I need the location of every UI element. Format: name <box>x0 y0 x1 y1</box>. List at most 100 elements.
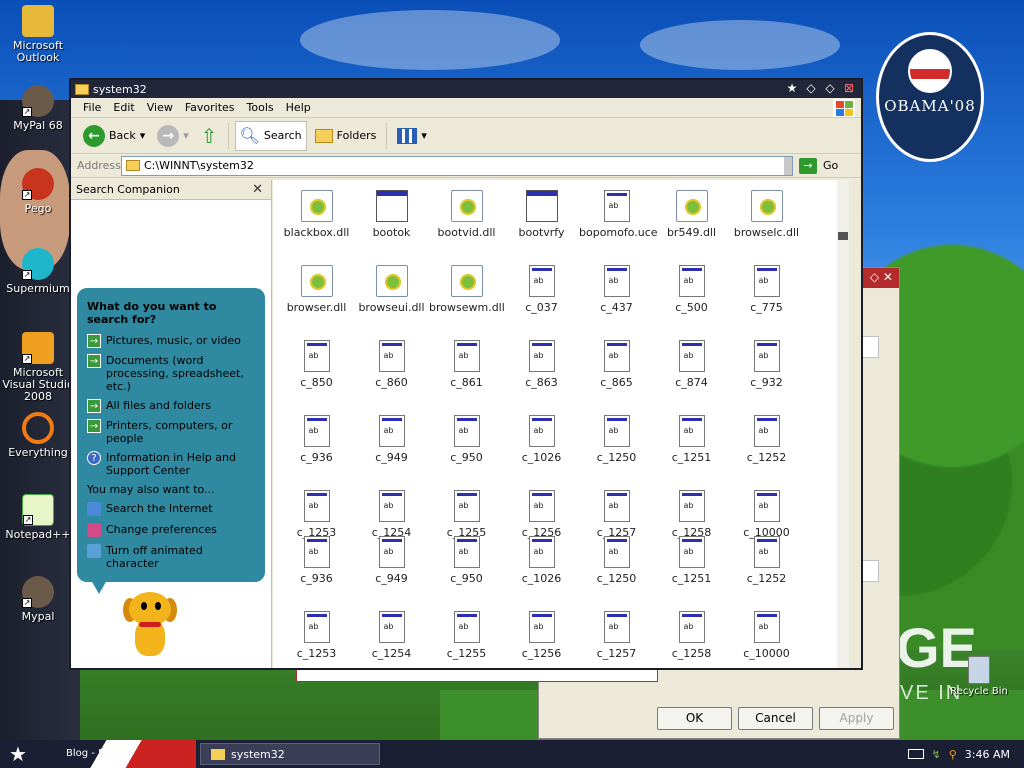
dialog-title-buttons-icon[interactable]: ◇ ✕ <box>870 270 893 284</box>
file-item[interactable]: blackbox.dll <box>279 190 354 249</box>
apply-button[interactable]: Apply <box>819 707 894 730</box>
menu-tools[interactable]: Tools <box>241 101 280 114</box>
file-item[interactable]: c_950 <box>429 536 504 595</box>
cancel-button[interactable]: Cancel <box>738 707 813 730</box>
window-titlebar[interactable]: system32 ★ ◇ ◇ ⊠ <box>71 80 861 98</box>
file-name: c_949 <box>375 451 408 464</box>
file-item[interactable]: c_1257 <box>579 611 654 668</box>
file-item[interactable]: br549.dll <box>654 190 729 249</box>
keyboard-icon[interactable] <box>907 749 924 759</box>
file-item[interactable]: c_865 <box>579 340 654 399</box>
file-item[interactable]: c_1253 <box>279 611 354 668</box>
file-item[interactable]: browselc.dll <box>729 190 804 249</box>
change-preferences-link[interactable]: Change preferences <box>87 523 255 537</box>
file-item[interactable]: c_950 <box>429 415 504 474</box>
file-item[interactable]: c_1250 <box>579 536 654 595</box>
turn-off-character-link[interactable]: Turn off animated character <box>87 544 255 570</box>
scroll-thumb[interactable] <box>838 232 848 240</box>
address-dropdown[interactable] <box>784 156 792 175</box>
search-button[interactable]: 🔍︎ Search <box>234 120 307 151</box>
file-item[interactable]: browser.dll <box>279 265 354 324</box>
file-item[interactable]: c_860 <box>354 340 429 399</box>
desktop-icon-mypal68[interactable]: ↗ MyPal 68 <box>0 85 76 132</box>
clock[interactable]: 3:46 AM <box>965 748 1010 761</box>
back-button[interactable]: ← Back ▾ <box>79 121 149 151</box>
file-item[interactable]: c_1256 <box>504 611 579 668</box>
file-item[interactable]: c_1251 <box>654 415 729 474</box>
file-item[interactable]: c_936 <box>279 415 354 474</box>
file-item[interactable]: browsewm.dll <box>429 265 505 324</box>
go-button[interactable]: → Go <box>799 157 838 174</box>
file-item[interactable]: bootok <box>354 190 429 249</box>
file-item[interactable]: c_1258 <box>654 611 729 668</box>
close-icon[interactable]: ✕ <box>252 182 263 197</box>
network-icon[interactable]: ↯ <box>932 748 941 761</box>
menu-help[interactable]: Help <box>280 101 317 114</box>
up-button[interactable]: ⇧ <box>197 121 222 151</box>
views-button[interactable]: ▾ <box>393 121 431 151</box>
file-item[interactable]: c_850 <box>279 340 354 399</box>
search-option-all-files[interactable]: → All files and folders <box>87 399 255 413</box>
file-item[interactable]: c_1251 <box>654 536 729 595</box>
file-name: bootok <box>372 226 411 239</box>
address-input[interactable]: C:\WINNT\system32 <box>121 155 793 176</box>
close-icon[interactable]: ⊠ <box>841 81 857 96</box>
file-item[interactable]: bopomofo.uce <box>579 190 658 249</box>
search-option-printers[interactable]: → Printers, computers, or people <box>87 419 255 445</box>
vertical-scrollbar[interactable] <box>837 180 849 668</box>
desktop-icon-pego[interactable]: ↗ Pego <box>0 168 76 215</box>
file-item[interactable]: c_1250 <box>579 415 654 474</box>
maximize-icon[interactable]: ◇ <box>822 81 838 96</box>
dll-file-icon <box>450 190 483 222</box>
file-item[interactable]: c_1026 <box>504 415 579 474</box>
file-item[interactable]: c_10000 <box>729 611 804 668</box>
star-icon[interactable]: ★ <box>784 81 800 96</box>
menu-view[interactable]: View <box>141 101 179 114</box>
desktop-icon-notepadpp[interactable]: ↗ Notepad++ <box>0 494 76 541</box>
search-option-documents[interactable]: → Documents (word processing, spreadsheet… <box>87 354 255 393</box>
file-item[interactable]: c_936 <box>279 536 354 595</box>
menu-file[interactable]: File <box>77 101 107 114</box>
taskbar-button-system32[interactable]: system32 <box>200 743 380 765</box>
file-item[interactable]: c_949 <box>354 536 429 595</box>
desktop-icon-recycle-bin[interactable]: Recycle Bin <box>944 656 1014 697</box>
folders-button[interactable]: Folders <box>311 121 381 151</box>
file-item[interactable]: c_437 <box>579 265 654 324</box>
file-item[interactable]: c_775 <box>729 265 804 324</box>
file-item[interactable]: c_1026 <box>504 536 579 595</box>
file-item[interactable]: c_500 <box>654 265 729 324</box>
search-option-pictures[interactable]: → Pictures, music, or video <box>87 334 255 348</box>
file-item[interactable]: bootvrfy <box>504 190 579 249</box>
search-option-help[interactable]: ? Information in Help and Support Center <box>87 451 255 477</box>
file-item[interactable]: c_932 <box>729 340 804 399</box>
file-item[interactable]: c_1252 <box>729 415 804 474</box>
menu-favorites[interactable]: Favorites <box>179 101 241 114</box>
ok-button[interactable]: OK <box>657 707 732 730</box>
file-item[interactable]: bootvid.dll <box>429 190 504 249</box>
desktop-icon-outlook[interactable]: Microsoft Outlook <box>0 5 76 64</box>
quick-launch[interactable]: Blog - Mus <box>36 740 196 768</box>
file-item[interactable]: c_861 <box>429 340 504 399</box>
file-item[interactable]: c_874 <box>654 340 729 399</box>
document-icon <box>528 536 555 568</box>
file-item[interactable]: c_949 <box>354 415 429 474</box>
start-button[interactable]: ★ <box>0 740 36 768</box>
desktop-icon-mypal[interactable]: ↗ Mypal <box>0 576 76 623</box>
document-icon <box>378 611 405 643</box>
file-item[interactable]: c_1252 <box>729 536 804 595</box>
chevron-down-icon: ▾ <box>139 129 146 142</box>
file-item[interactable]: c_1254 <box>354 611 429 668</box>
search-tray-icon[interactable]: ⚲ <box>949 748 957 761</box>
menu-edit[interactable]: Edit <box>107 101 140 114</box>
file-item[interactable]: c_037 <box>504 265 579 324</box>
file-item[interactable]: browseui.dll <box>354 265 429 324</box>
search-internet-link[interactable]: Search the Internet <box>87 502 255 516</box>
file-item[interactable]: c_1255 <box>429 611 504 668</box>
search-dog-icon[interactable] <box>119 592 181 662</box>
desktop-icon-everything[interactable]: Everything <box>0 412 76 459</box>
minimize-icon[interactable]: ◇ <box>803 81 819 96</box>
desktop-icon-visual-studio[interactable]: ↗ Microsoft Visual Studio 2008 <box>0 332 76 403</box>
forward-button[interactable]: → ▾ <box>153 121 193 151</box>
desktop-icon-supermium[interactable]: ↗ Supermium <box>0 248 76 295</box>
file-item[interactable]: c_863 <box>504 340 579 399</box>
